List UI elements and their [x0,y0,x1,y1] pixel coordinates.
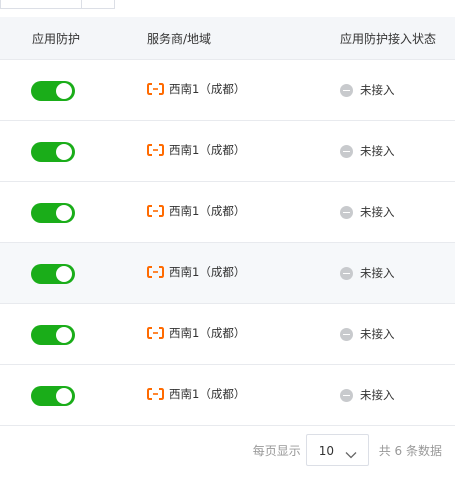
toggle-knob [56,388,72,404]
provider-cell: 西南1（成都） [147,81,245,97]
provider-cell: 西南1（成都） [147,264,245,280]
aliyun-logo-icon [147,205,164,217]
status-text: 未接入 [360,83,395,97]
page-size-select[interactable]: 10 [305,434,369,466]
page-size-value: 10 [318,444,335,458]
protection-toggle[interactable] [31,142,75,162]
provider-region: 西南1（成都） [169,204,246,218]
input-divider [81,0,82,8]
aliyun-logo-icon [147,83,164,95]
header-protection: 应用防护 [32,32,81,46]
table-row: 西南1（成都） 未接入 [0,365,455,426]
chevron-down-icon [344,445,358,464]
protection-toggle[interactable] [31,386,75,406]
toggle-knob [56,144,72,160]
status-text: 未接入 [360,144,395,158]
header-provider: 服务商/地域 [147,32,212,46]
status-text: 未接入 [360,266,395,280]
aliyun-logo-icon [147,144,164,156]
apps-table: 应用防护 服务商/地域 应用防护接入状态 西南1（成都） 未接入 西南1（成都）… [0,17,455,426]
provider-cell: 西南1（成都） [147,203,245,219]
aliyun-logo-icon [147,266,164,278]
status-cell: 未接入 [340,265,395,281]
provider-region: 西南1（成都） [169,265,246,279]
status-cell: 未接入 [340,143,395,159]
aliyun-logo-icon [147,327,164,339]
toggle-knob [56,266,72,282]
minus-circle-icon [340,205,353,219]
total-count: 共 6 条数据 [378,443,442,458]
pagination: 每页显示 10 共 6 条数据 [253,434,442,466]
minus-circle-icon [340,388,353,402]
provider-cell: 西南1（成都） [147,142,245,158]
protection-toggle[interactable] [31,325,75,345]
top-input-stub[interactable] [0,0,115,9]
minus-circle-icon [340,327,353,341]
provider-region: 西南1（成都） [169,143,246,157]
protection-toggle[interactable] [31,203,75,223]
minus-circle-icon [340,144,353,158]
provider-region: 西南1（成都） [169,326,246,340]
status-cell: 未接入 [340,387,395,403]
protection-toggle[interactable] [31,81,75,101]
table-header: 应用防护 服务商/地域 应用防护接入状态 [0,17,455,60]
minus-circle-icon [340,83,353,97]
table-row: 西南1（成都） 未接入 [0,243,455,304]
table-row: 西南1（成都） 未接入 [0,182,455,243]
provider-region: 西南1（成都） [169,387,246,401]
aliyun-logo-icon [147,388,164,400]
table-row: 西南1（成都） 未接入 [0,60,455,121]
provider-region: 西南1（成都） [169,82,246,96]
toggle-knob [56,205,72,221]
status-text: 未接入 [360,205,395,219]
provider-cell: 西南1（成都） [147,325,245,341]
status-cell: 未接入 [340,326,395,342]
protection-toggle[interactable] [31,264,75,284]
header-status: 应用防护接入状态 [340,32,437,46]
provider-cell: 西南1（成都） [147,386,245,402]
status-cell: 未接入 [340,82,395,98]
status-text: 未接入 [360,327,395,341]
table-row: 西南1（成都） 未接入 [0,121,455,182]
status-text: 未接入 [360,388,395,402]
toggle-knob [56,83,72,99]
minus-circle-icon [340,266,353,280]
status-cell: 未接入 [340,204,395,220]
per-page-label: 每页显示 [252,443,301,458]
table-row: 西南1（成都） 未接入 [0,304,455,365]
toggle-knob [56,327,72,343]
